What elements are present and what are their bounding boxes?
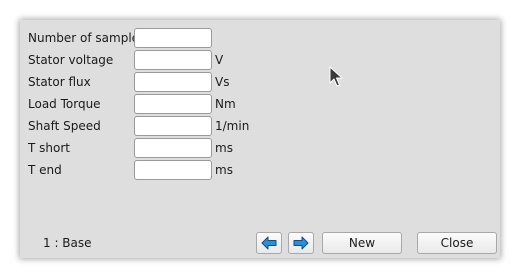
number-of-samples-input[interactable] [134, 28, 212, 48]
field-label: T short [28, 141, 70, 155]
field-unit: 1/min [215, 119, 250, 133]
field-unit: ms [215, 141, 233, 155]
status-label: 1 : Base [43, 236, 92, 250]
close-button[interactable]: Close [417, 232, 497, 254]
t-end-input[interactable] [134, 160, 212, 180]
field-label: Load Torque [28, 97, 101, 111]
mouse-pointer-icon [329, 66, 343, 87]
field-row-load-torque: Load Torque Nm [28, 94, 236, 114]
field-unit: Nm [215, 97, 236, 111]
field-unit: Vs [215, 75, 230, 89]
field-unit: V [215, 53, 224, 67]
field-label: Stator flux [28, 75, 91, 89]
new-button[interactable]: New [322, 232, 402, 254]
field-row-stator-flux: Stator flux Vs [28, 72, 229, 92]
previous-button[interactable] [256, 232, 282, 254]
shaft-speed-input[interactable] [134, 116, 212, 136]
field-row-t-short: T short ms [28, 138, 233, 158]
field-label: Stator voltage [28, 53, 114, 67]
parameter-dialog: Number of samples Stator voltage V Stato… [20, 20, 500, 258]
field-label: Shaft Speed [28, 119, 101, 133]
load-torque-input[interactable] [134, 94, 212, 114]
field-row-number-of-samples: Number of samples [28, 28, 215, 48]
t-short-input[interactable] [134, 138, 212, 158]
next-button[interactable] [288, 232, 314, 254]
field-label: T end [28, 163, 62, 177]
field-unit: ms [215, 163, 233, 177]
arrow-left-icon [261, 236, 277, 250]
field-label: Number of samples [28, 31, 146, 45]
field-row-stator-voltage: Stator voltage V [28, 50, 223, 70]
stator-flux-input[interactable] [134, 72, 212, 92]
stator-voltage-input[interactable] [134, 50, 212, 70]
arrow-right-icon [293, 236, 309, 250]
field-row-t-end: T end ms [28, 160, 233, 180]
field-row-shaft-speed: Shaft Speed 1/min [28, 116, 249, 136]
